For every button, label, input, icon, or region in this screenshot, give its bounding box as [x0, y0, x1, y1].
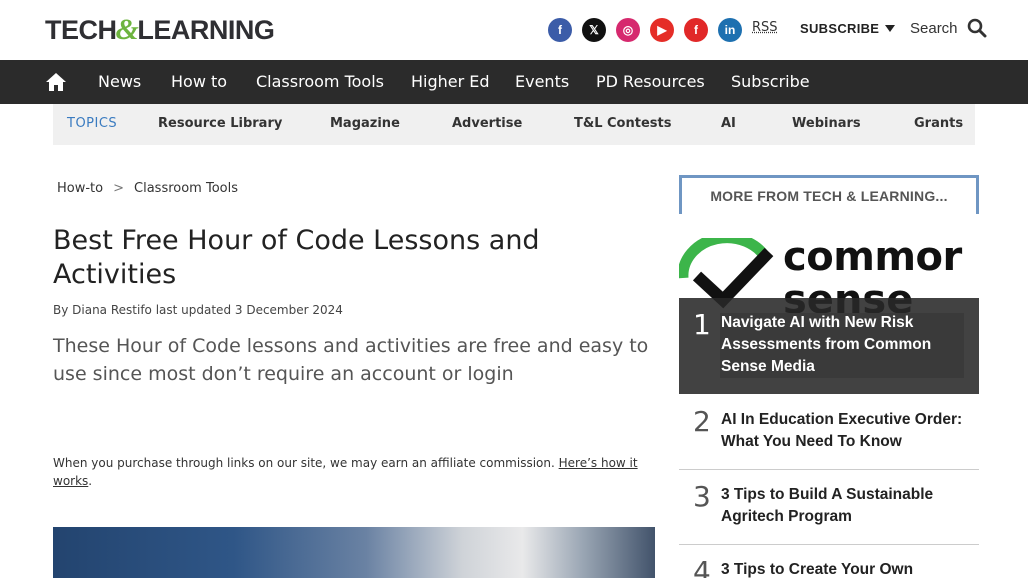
x-twitter-icon[interactable]: 𝕏	[582, 18, 606, 42]
search-button[interactable]: Search	[910, 18, 987, 38]
article-hero-image	[53, 527, 655, 578]
affiliate-text: When you purchase through links on our s…	[53, 456, 555, 470]
flipboard-icon[interactable]: f	[684, 18, 708, 42]
trending-rank-1: 1	[693, 308, 711, 341]
trending-link-2[interactable]: AI In Education Executive Order: What Yo…	[721, 409, 966, 453]
topics-bar: TOPICS Resource Library Magazine Adverti…	[53, 104, 975, 145]
subscribe-menu-button[interactable]: SUBSCRIBE	[800, 21, 896, 36]
nav-item-how-to[interactable]: How to	[171, 60, 227, 104]
topic-magazine[interactable]: Magazine	[330, 104, 400, 145]
topic-tl-contests[interactable]: T&L Contests	[574, 104, 671, 145]
subscribe-label: SUBSCRIBE	[800, 21, 880, 36]
breadcrumb: How-to > Classroom Tools	[57, 181, 238, 196]
image-wordmark-top: commor	[783, 234, 962, 280]
instagram-icon[interactable]: ◎	[616, 18, 640, 42]
youtube-icon[interactable]: ▶	[650, 18, 674, 42]
topic-ai[interactable]: AI	[721, 104, 736, 145]
nav-item-higher-ed[interactable]: Higher Ed	[411, 60, 490, 104]
article-title: Best Free Hour of Code Lessons and Activ…	[53, 225, 540, 290]
chevron-down-icon	[885, 25, 896, 32]
nav-item-subscribe[interactable]: Subscribe	[731, 60, 810, 104]
sidebar-heading: MORE FROM TECH & LEARNING...	[679, 175, 979, 214]
topic-grants[interactable]: Grants	[914, 104, 963, 145]
nav-item-events[interactable]: Events	[515, 60, 569, 104]
logo-text-right: LEARNING	[137, 14, 275, 45]
topic-advertise[interactable]: Advertise	[452, 104, 522, 145]
trending-link-3[interactable]: 3 Tips to Build A Sustainable Agritech P…	[721, 484, 966, 528]
topic-resource-library[interactable]: Resource Library	[158, 104, 282, 145]
search-label: Search	[910, 19, 958, 37]
trending-rank-3: 3	[693, 480, 711, 513]
facebook-icon[interactable]: f	[548, 18, 572, 42]
logo-text-left: TECH	[45, 14, 117, 45]
breadcrumb-how-to[interactable]: How-to	[57, 181, 103, 196]
affiliate-end: .	[88, 474, 93, 488]
trending-divider	[679, 544, 979, 545]
social-links: f 𝕏 ◎ ▶ f in	[548, 18, 742, 42]
site-logo[interactable]: TECH & LEARNING	[45, 13, 275, 47]
breadcrumb-separator: >	[113, 181, 125, 196]
nav-item-pd-resources[interactable]: PD Resources	[596, 60, 705, 104]
breadcrumb-classroom-tools[interactable]: Classroom Tools	[134, 181, 238, 196]
nav-item-classroom-tools[interactable]: Classroom Tools	[256, 60, 384, 104]
site-header: TECH & LEARNING f 𝕏 ◎ ▶ f in RSS SUBSCRIBE…	[0, 0, 1028, 60]
article-strapline: These Hour of Code lessons and activitie…	[53, 335, 649, 385]
trending-link-4[interactable]: 3 Tips to Create Your Own	[721, 559, 966, 578]
trending-rank-2: 2	[693, 405, 711, 438]
article-byline: By Diana Restifo last updated 3 December…	[53, 303, 343, 317]
affiliate-disclosure: When you purchase through links on our s…	[53, 454, 653, 490]
rss-link[interactable]: RSS	[752, 20, 778, 35]
topic-webinars[interactable]: Webinars	[792, 104, 861, 145]
trending-link-1[interactable]: Navigate AI with New Risk Assessments fr…	[721, 312, 966, 378]
trending-rank-4: 4	[693, 555, 711, 578]
main-navigation: News How to Classroom Tools Higher Ed Ev…	[0, 60, 1028, 104]
nav-item-news[interactable]: News	[98, 60, 141, 104]
linkedin-icon[interactable]: in	[718, 18, 742, 42]
search-icon	[967, 18, 987, 38]
home-icon[interactable]	[45, 72, 67, 92]
trending-divider	[679, 469, 979, 470]
logo-ampersand: &	[115, 13, 139, 46]
topics-label: TOPICS	[67, 116, 118, 131]
